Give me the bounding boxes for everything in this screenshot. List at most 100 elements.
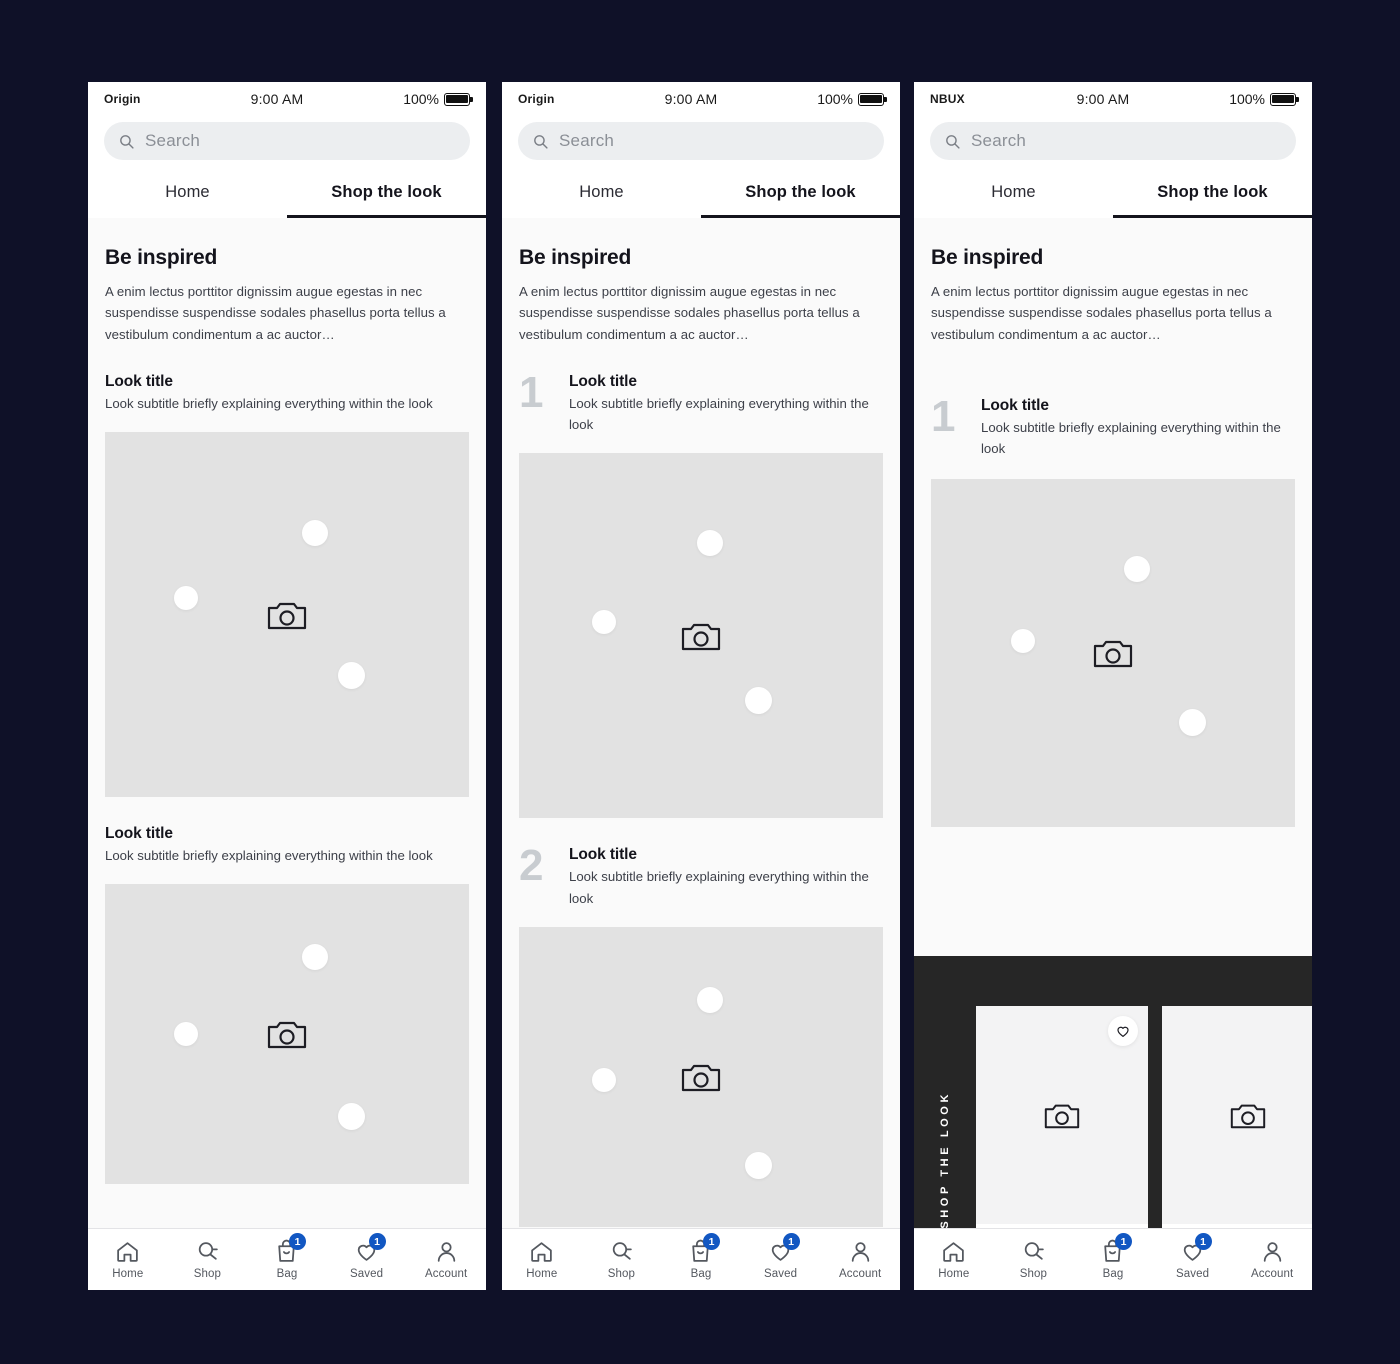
hotspot-dot[interactable] [1178, 709, 1206, 737]
status-bar: NBUX 9:00 AM 100% [914, 82, 1312, 116]
search-container: Search [914, 116, 1312, 172]
page-title: Be inspired [105, 246, 218, 269]
nav-item-account[interactable]: Account [1232, 1239, 1312, 1280]
nav-item-shop[interactable]: Shop [994, 1239, 1074, 1280]
shop-icon [195, 1239, 220, 1264]
nav-item-account[interactable]: Account [820, 1239, 900, 1280]
hotspot-dot[interactable] [337, 1103, 365, 1131]
home-icon [529, 1239, 554, 1264]
content-scroll-1[interactable]: Be inspired A enim lectus porttitor dign… [88, 218, 486, 1290]
search-input[interactable]: Search [518, 122, 884, 160]
look-image-2[interactable] [519, 926, 883, 1227]
search-icon [120, 134, 134, 149]
battery-icon [858, 92, 887, 106]
search-input[interactable]: Search [930, 122, 1296, 160]
nav-item-home[interactable]: Home [914, 1239, 994, 1280]
hotspot-dot[interactable] [1011, 629, 1036, 653]
search-container: Search [502, 116, 900, 172]
tab-home[interactable]: Home [914, 172, 1113, 218]
search-icon [946, 134, 960, 149]
tab-home[interactable]: Home [502, 172, 701, 218]
nav-label: Saved [350, 1268, 384, 1280]
look-image-2[interactable] [105, 884, 469, 1185]
nav-item-account[interactable]: Account [406, 1239, 486, 1280]
look-header-2: 2 Look title Look subtitle briefly expla… [519, 818, 883, 908]
saved-badge: 1 [368, 1233, 386, 1250]
hotspot-dot[interactable] [591, 1067, 616, 1092]
hotspot-dot[interactable] [591, 610, 616, 635]
home-icon [941, 1239, 966, 1264]
camera-icon [1230, 1104, 1266, 1128]
hotspot-dot[interactable] [744, 1151, 772, 1179]
tab-home[interactable]: Home [88, 172, 287, 218]
hotspot-dot[interactable] [301, 519, 328, 546]
look-number: 1 [931, 392, 955, 442]
look-image-1[interactable] [105, 432, 469, 798]
search-placeholder: Search [559, 131, 615, 150]
product-image [1162, 1006, 1312, 1224]
phone-screen-2: Origin 9:00 AM 100% Search Home Shop the… [502, 82, 900, 1290]
camera-icon [267, 602, 307, 629]
nav-label: Home [112, 1268, 144, 1280]
nav-item-bag[interactable]: 1 Bag [1073, 1233, 1153, 1280]
nav-label: Shop [1019, 1268, 1048, 1280]
nav-label: Saved [1176, 1268, 1210, 1280]
shop-icon [609, 1239, 634, 1264]
hotspot-dot[interactable] [697, 530, 724, 557]
battery-icon [1270, 92, 1299, 106]
search-input[interactable]: Search [104, 122, 470, 160]
favourite-button[interactable] [1108, 1016, 1138, 1046]
home-icon [115, 1239, 140, 1264]
look-header-1: Look title Look subtitle briefly explain… [105, 345, 469, 414]
account-icon [848, 1239, 873, 1264]
nav-item-shop[interactable]: Shop [582, 1239, 662, 1280]
look-image-1[interactable] [519, 453, 883, 819]
hotspot-dot[interactable] [1123, 555, 1150, 582]
page-blurb: A enim lectus porttitor dignissim augue … [105, 284, 446, 342]
look-subtitle: Look subtitle briefly explaining everyth… [105, 848, 433, 864]
status-bar: Origin 9:00 AM 100% [88, 82, 486, 116]
hotspot-dot[interactable] [697, 986, 724, 1013]
content-scroll-3[interactable]: Be inspired A enim lectus porttitor dign… [914, 218, 1312, 1290]
nav-item-saved[interactable]: 1 Saved [741, 1233, 821, 1280]
hotspot-dot[interactable] [337, 662, 365, 690]
bag-badge: 1 [288, 1233, 306, 1250]
nav-item-home[interactable]: Home [502, 1239, 582, 1280]
nav-label: Home [938, 1268, 970, 1280]
hotspot-dot[interactable] [301, 944, 328, 971]
content-scroll-2[interactable]: Be inspired A enim lectus porttitor dign… [502, 218, 900, 1290]
screenshot-canvas: Origin 9:00 AM 100% Search Home Shop the… [0, 0, 1400, 1364]
tab-shop-the-look[interactable]: Shop the look [701, 172, 900, 218]
page-title: Be inspired [519, 246, 632, 269]
hotspot-dot[interactable] [174, 1022, 199, 1047]
battery-percent: 100% [1229, 91, 1265, 107]
nav-item-shop[interactable]: Shop [168, 1239, 248, 1280]
camera-icon [1093, 641, 1133, 668]
phone-screen-3: NBUX 9:00 AM 100% Search Home Shop the l… [914, 82, 1312, 1290]
hotspot-dot[interactable] [174, 585, 199, 610]
nav-label: Account [425, 1268, 468, 1280]
nav-item-saved[interactable]: 1 Saved [1153, 1233, 1233, 1280]
nav-item-bag[interactable]: 1 Bag [247, 1233, 327, 1280]
nav-label: Bag [276, 1268, 298, 1280]
status-time: 9:00 AM [664, 91, 718, 107]
status-time: 9:00 AM [250, 91, 304, 107]
nav-item-saved[interactable]: 1 Saved [327, 1233, 407, 1280]
search-placeholder: Search [971, 131, 1027, 150]
camera-icon [267, 1022, 307, 1049]
battery-icon [444, 92, 473, 106]
phone-screen-1: Origin 9:00 AM 100% Search Home Shop the… [88, 82, 486, 1290]
tab-bar: Home Shop the look [88, 172, 486, 218]
nav-label: Home [526, 1268, 558, 1280]
page-title: Be inspired [931, 246, 1044, 269]
nav-item-bag[interactable]: 1 Bag [661, 1233, 741, 1280]
hotspot-dot[interactable] [744, 686, 772, 714]
nav-label: Bag [1102, 1268, 1124, 1280]
look-subtitle: Look subtitle briefly explaining everyth… [105, 396, 433, 412]
look-image-1[interactable] [931, 479, 1295, 828]
carrier-label: NBUX [930, 92, 965, 106]
tab-shop-the-look[interactable]: Shop the look [1113, 172, 1312, 218]
nav-item-home[interactable]: Home [88, 1239, 168, 1280]
shop-icon [1021, 1239, 1046, 1264]
tab-shop-the-look[interactable]: Shop the look [287, 172, 486, 218]
